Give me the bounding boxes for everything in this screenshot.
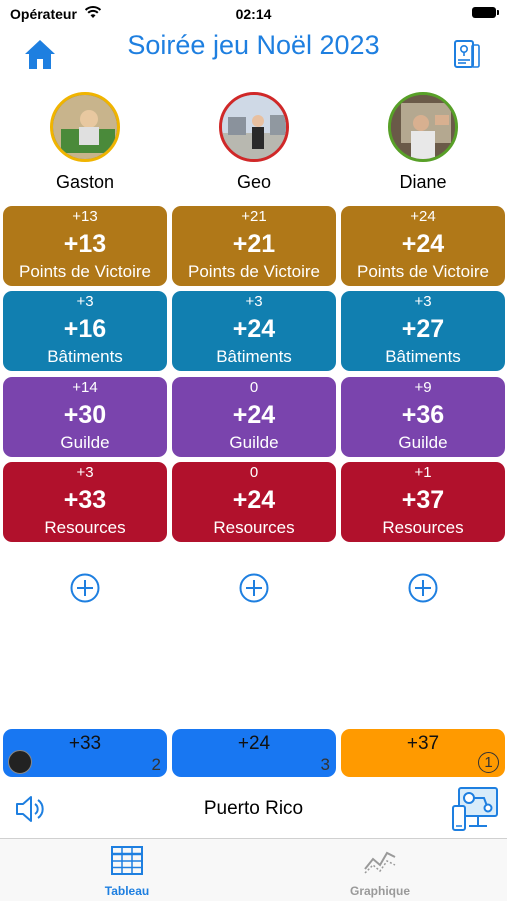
card-category: Bâtiments <box>216 347 292 366</box>
card-total: +21 <box>232 230 276 258</box>
rank-label: 3 <box>320 755 330 774</box>
score-card[interactable]: +13 +13 Points de Victoire <box>3 206 167 286</box>
score-card[interactable]: +14 +30 Guilde <box>3 377 167 457</box>
score-card[interactable]: +21 +21 Points de Victoire <box>172 206 336 286</box>
player-column-3: Diane <box>341 92 505 193</box>
total-score-value: +33 <box>68 733 102 754</box>
add-button[interactable] <box>239 573 269 603</box>
game-name: Puerto Rico <box>203 798 304 819</box>
house-icon[interactable] <box>22 36 58 72</box>
battery-icon <box>472 7 499 18</box>
total-score-value: +37 <box>406 733 440 754</box>
card-delta: +3 <box>414 293 432 310</box>
rank-label: 2 <box>151 755 161 774</box>
card-total: +24 <box>232 315 276 343</box>
score-card[interactable]: +1 +37 Resources <box>341 462 505 542</box>
score-card[interactable]: +3 +16 Bâtiments <box>3 291 167 371</box>
clock: 02:14 <box>235 6 272 22</box>
line-chart-icon <box>363 845 397 877</box>
score-card[interactable]: +3 +33 Resources <box>3 462 167 542</box>
card-total: +24 <box>401 230 445 258</box>
score-card[interactable]: +3 +24 Bâtiments <box>172 291 336 371</box>
score-card[interactable]: 0 +24 Guilde <box>172 377 336 457</box>
total-score-card[interactable]: +37 1 <box>341 729 505 777</box>
player-name: Diane <box>399 172 447 192</box>
status-bar: Opérateur 02:14 <box>0 0 507 28</box>
page-title: Soirée jeu Noël 2023 <box>127 30 380 60</box>
card-category: Guilde <box>60 433 110 452</box>
document-pin-icon[interactable] <box>452 38 482 72</box>
tab-label: Tableau <box>104 884 150 898</box>
avatar[interactable] <box>50 92 120 162</box>
add-button[interactable] <box>70 573 100 603</box>
score-card[interactable]: 0 +24 Resources <box>172 462 336 542</box>
card-total: +16 <box>63 315 107 343</box>
card-delta: +24 <box>410 208 436 225</box>
card-delta: +3 <box>76 293 94 310</box>
score-card[interactable]: +9 +36 Guilde <box>341 377 505 457</box>
card-category: Points de Victoire <box>357 262 489 281</box>
card-category: Guilde <box>398 433 448 452</box>
card-total: +27 <box>401 315 445 343</box>
player-name: Geo <box>236 172 272 192</box>
card-delta: +3 <box>76 464 94 481</box>
player-name: Gaston <box>55 172 115 192</box>
tab-tableau[interactable]: Tableau <box>77 845 177 898</box>
card-total: +36 <box>401 401 445 429</box>
rank-label: 1 <box>478 752 499 773</box>
card-total: +13 <box>63 230 107 258</box>
card-total: +24 <box>232 401 276 429</box>
card-total: +30 <box>63 401 107 429</box>
card-category: Bâtiments <box>385 347 461 366</box>
tab-label: Graphique <box>349 884 410 898</box>
avatar[interactable] <box>219 92 289 162</box>
card-category: Resources <box>382 518 464 537</box>
card-total: +33 <box>63 486 107 514</box>
card-category: Resources <box>213 518 295 537</box>
total-score-value: +24 <box>237 733 271 754</box>
card-category: Points de Victoire <box>19 262 151 281</box>
card-delta: +1 <box>414 464 432 481</box>
card-category: Resources <box>44 518 126 537</box>
game-bar: Puerto Rico <box>0 784 507 836</box>
card-delta: 0 <box>249 464 259 481</box>
table-icon <box>110 845 144 877</box>
card-category: Bâtiments <box>47 347 123 366</box>
card-delta: +3 <box>245 293 263 310</box>
card-category: Guilde <box>229 433 279 452</box>
tab-bar: Tableau Graphique <box>0 838 507 901</box>
nav-bar: Soirée jeu Noël 2023 <box>0 28 507 80</box>
card-delta: +14 <box>72 379 98 396</box>
total-score-card[interactable]: +24 3 <box>172 729 336 777</box>
card-delta: +9 <box>414 379 432 396</box>
card-delta: 0 <box>249 379 259 396</box>
card-delta: +13 <box>72 208 98 225</box>
score-card[interactable]: +3 +27 Bâtiments <box>341 291 505 371</box>
player-column-2: Geo <box>172 92 336 193</box>
tab-graphique[interactable]: Graphique <box>330 845 430 898</box>
card-delta: +21 <box>241 208 267 225</box>
add-button[interactable] <box>408 573 438 603</box>
card-total: +37 <box>401 486 445 514</box>
card-total: +24 <box>232 486 276 514</box>
avatar[interactable] <box>388 92 458 162</box>
presentation-graph-icon[interactable] <box>451 784 501 834</box>
player-column-1: Gaston <box>3 92 167 193</box>
card-category: Points de Victoire <box>188 262 320 281</box>
score-card[interactable]: +24 +24 Points de Victoire <box>341 206 505 286</box>
total-score-card[interactable]: +33 2 <box>3 729 167 777</box>
